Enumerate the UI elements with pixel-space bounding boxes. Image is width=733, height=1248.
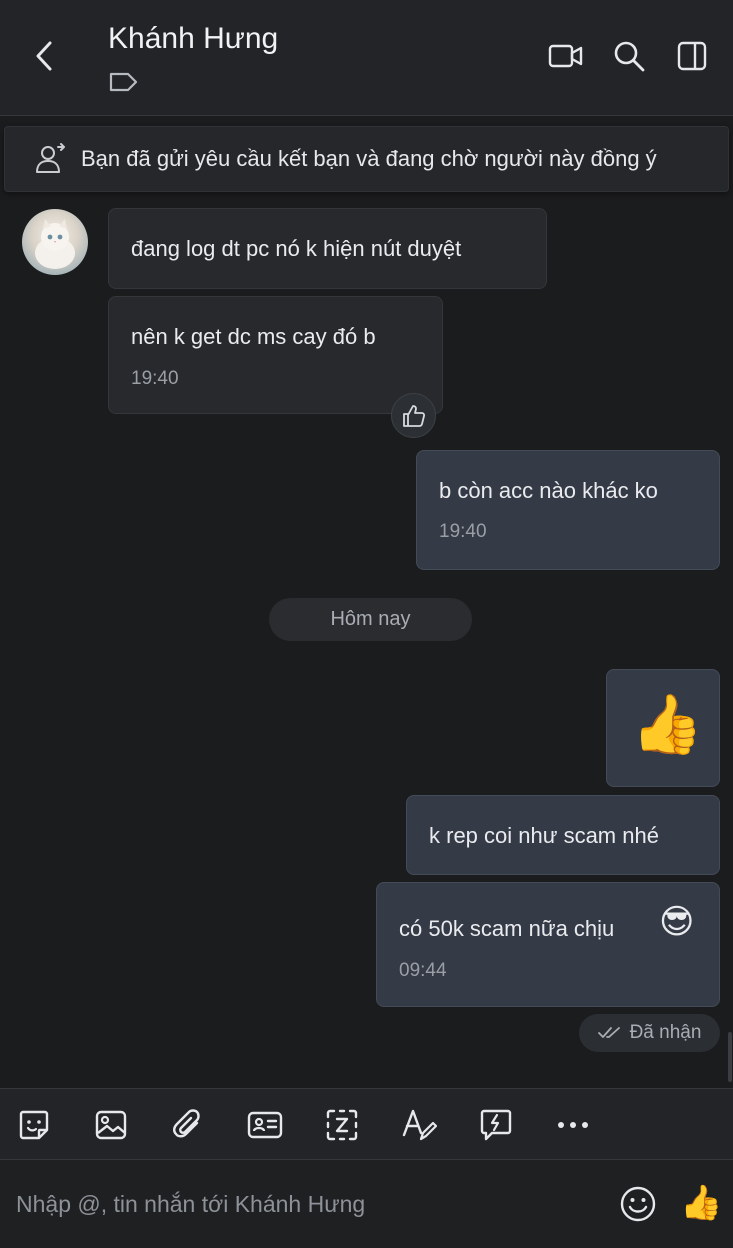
friend-request-banner: Bạn đã gửi yêu cầu kết bạn và đang chờ n… <box>4 126 729 192</box>
screenshot-icon <box>326 1109 358 1141</box>
message-composer: 👍 <box>0 1160 733 1248</box>
message-bubble-incoming[interactable]: nên k get dc ms cay đó b 19:40 <box>108 296 443 414</box>
video-camera-icon <box>548 44 583 68</box>
search-icon <box>614 41 645 72</box>
quick-message-icon <box>480 1109 512 1141</box>
text-format-icon <box>402 1109 437 1141</box>
composer-toolbar <box>0 1088 733 1160</box>
contact-name[interactable]: Khánh Hưng <box>108 22 278 56</box>
video-call-button[interactable] <box>546 36 586 76</box>
text-format-button[interactable] <box>399 1105 439 1145</box>
double-check-icon <box>597 1027 620 1038</box>
sticker-icon <box>19 1110 49 1140</box>
screenshot-button[interactable] <box>322 1105 362 1145</box>
message-time: 09:44 <box>399 960 447 981</box>
sticker-button[interactable] <box>14 1105 54 1145</box>
emoji-button[interactable] <box>618 1184 658 1224</box>
message-bubble-outgoing[interactable]: k rep coi như scam nhé <box>406 795 720 875</box>
message-input[interactable] <box>16 1182 596 1226</box>
quick-message-button[interactable] <box>476 1105 516 1145</box>
tag-icon <box>109 72 138 92</box>
message-text: k rep coi như scam nhé <box>429 823 659 848</box>
side-panel-icon <box>677 41 707 71</box>
smiley-icon <box>620 1186 656 1222</box>
message-time: 19:40 <box>131 368 179 389</box>
tag-button[interactable] <box>108 68 140 96</box>
conversation-info-button[interactable] <box>672 36 712 76</box>
back-button[interactable] <box>28 36 60 76</box>
image-button[interactable] <box>91 1105 131 1145</box>
date-divider: Hôm nay <box>269 598 472 641</box>
attachment-button[interactable] <box>168 1105 208 1145</box>
chevron-left-icon <box>36 41 52 71</box>
avatar[interactable] <box>22 209 88 275</box>
friend-request-text: Bạn đã gửi yêu cầu kết bạn và đang chờ n… <box>81 146 657 171</box>
delivery-status-text: Đã nhận <box>629 1022 702 1043</box>
contact-card-icon <box>247 1111 283 1139</box>
more-options-button[interactable] <box>553 1105 593 1145</box>
chat-header: Khánh Hưng <box>0 0 733 116</box>
react-button[interactable] <box>391 393 436 438</box>
message-text: đang log dt pc nó k hiện nút duyệt <box>131 236 462 261</box>
message-bubble-outgoing[interactable]: b còn acc nào khác ko 19:40 <box>416 450 720 570</box>
search-button[interactable] <box>609 36 649 76</box>
message-time: 19:40 <box>439 521 487 542</box>
thumbs-up-outline-icon <box>402 404 425 427</box>
message-text: b còn acc nào khác ko <box>439 478 658 503</box>
message-bubble-outgoing-emoji[interactable]: 👍 <box>606 669 720 787</box>
thumbs-up-emoji: 👍 <box>631 692 704 757</box>
contact-card-button[interactable] <box>245 1105 285 1145</box>
image-icon <box>95 1110 127 1140</box>
message-text: có 50k scam nữa chịu <box>399 916 615 941</box>
sunglasses-emoji: 😎 <box>659 903 695 941</box>
cat-avatar-icon <box>35 219 75 269</box>
attachment-icon <box>173 1109 200 1138</box>
message-bubble-incoming[interactable]: đang log dt pc nó k hiện nút duyệt <box>108 208 547 289</box>
scrollbar[interactable] <box>728 1032 732 1082</box>
message-text: nên k get dc ms cay đó b <box>131 324 376 349</box>
message-bubble-outgoing[interactable]: có 50k scam nữa chịu 😎 09:44 <box>376 882 720 1007</box>
add-friend-icon <box>36 143 65 173</box>
more-icon <box>558 1122 588 1128</box>
delivery-status: Đã nhận <box>579 1014 720 1052</box>
quick-like-button[interactable]: 👍 <box>680 1182 722 1224</box>
